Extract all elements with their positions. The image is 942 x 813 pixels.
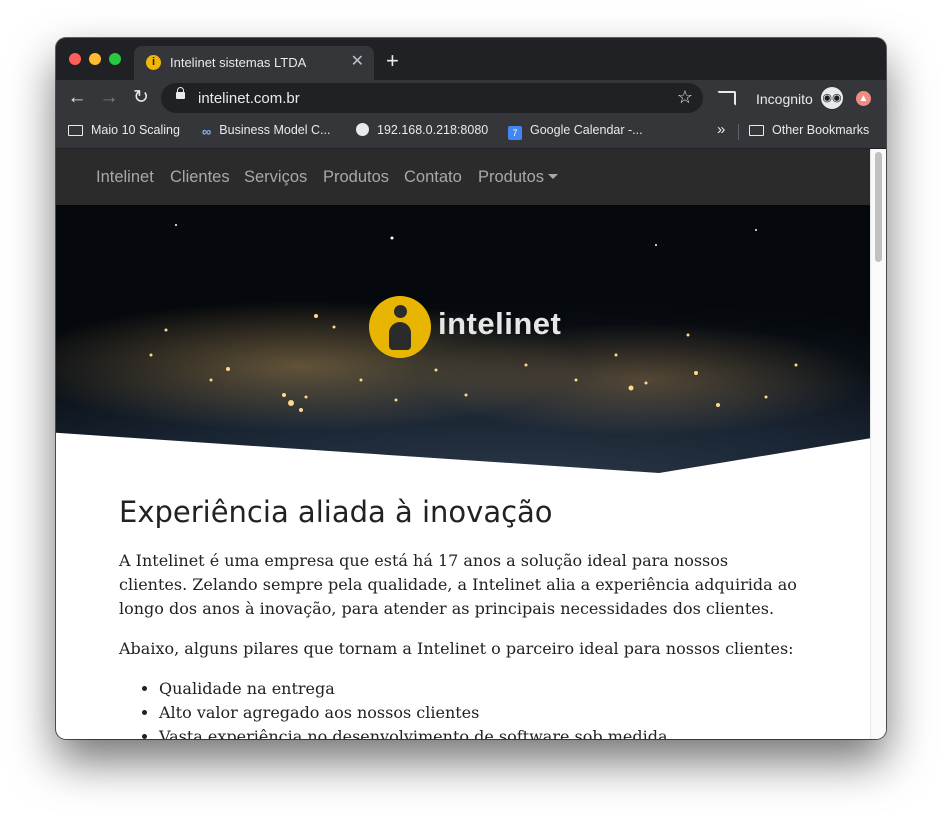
reload-icon[interactable]: ↻ [129,86,153,110]
list-item: Alto valor agregado aos nossos clientes [159,701,667,725]
maximize-window-button[interactable] [109,53,121,65]
bookmark-star-icon[interactable]: ☆ [677,87,693,107]
bookmark-local-ip[interactable]: 192.168.0.218:8080 [356,123,488,137]
lock-icon [176,87,185,99]
loop-icon: ∞ [202,124,212,139]
intro-paragraph: A Intelinet é uma empresa que está há 17… [119,551,797,618]
bookmarks-divider [738,124,739,140]
bookmarks-overflow-icon[interactable]: » [717,121,725,138]
minimize-window-button[interactable] [89,53,101,65]
back-arrow-icon[interactable]: ← [65,86,89,110]
intelinet-logo-icon[interactable] [369,296,431,358]
incognito-icon[interactable]: ◉◉ [821,87,843,109]
caret-down-icon [548,174,559,179]
nav-link-contato[interactable]: Contato [404,168,462,187]
nav-link-intelinet[interactable]: Intelinet [96,168,154,187]
list-item: Vasta experiência no desenvolvimento de … [159,725,667,739]
address-bar[interactable]: intelinet.com.br ☆ [161,83,703,113]
tab-title: Intelinet sistemas LTDA [170,55,307,70]
folder-icon [68,125,83,136]
browser-toolbar: ← → ↻ intelinet.com.br ☆ Incognito ◉◉ ▲ [56,80,886,116]
intelinet-logo-text[interactable]: intelinet [438,306,561,342]
nav-link-produtos[interactable]: Produtos [323,168,389,187]
pillars-list: Qualidade na entrega Alto valor agregado… [119,677,667,739]
profile-menu-icon[interactable]: ▲ [856,91,871,106]
site-navbar: Intelinet Clientes Serviços Produtos Con… [56,149,871,205]
nav-dropdown-produtos[interactable]: Produtos [478,168,559,187]
bookmark-google-calendar[interactable]: 7 Google Calendar -... [508,123,643,140]
page-heading: Experiência aliada à inovação [119,495,553,529]
folder-icon [749,125,764,136]
bookmark-business-model[interactable]: ∞ Business Model C... [202,123,330,139]
pillars-intro-paragraph: Abaixo, alguns pilares que tornam a Inte… [119,639,794,658]
calendar-icon: 7 [508,126,522,140]
bookmark-other-bookmarks[interactable]: Other Bookmarks [749,123,869,137]
url-text[interactable]: intelinet.com.br [198,90,300,107]
hero-banner: intelinet [56,205,871,473]
bookmarks-bar: Maio 10 Scaling ∞ Business Model C... 192… [56,116,886,149]
list-item: Qualidade na entrega [159,677,667,701]
page-viewport: Intelinet Clientes Serviços Produtos Con… [56,149,886,739]
nav-link-clientes[interactable]: Clientes [170,168,230,187]
forward-arrow-icon[interactable]: → [97,86,121,110]
close-window-button[interactable] [69,53,81,65]
nav-link-servicos[interactable]: Serviços [244,168,307,187]
new-tab-button[interactable]: + [386,50,399,72]
browser-window: i Intelinet sistemas LTDA ✕ + ← → ↻ inte… [56,38,886,739]
scrollbar-thumb[interactable] [875,152,882,262]
globe-icon [356,123,369,136]
incognito-label: Incognito [756,91,813,107]
close-tab-icon[interactable]: ✕ [351,53,364,71]
site-favicon-icon: i [146,55,161,70]
browser-tab[interactable]: i Intelinet sistemas LTDA ✕ [134,46,374,80]
tab-strip: i Intelinet sistemas LTDA ✕ + [56,38,886,80]
page-scrollbar[interactable] [870,149,886,739]
cast-icon[interactable] [717,91,736,106]
bookmark-maio-10-scaling[interactable]: Maio 10 Scaling [68,123,180,137]
